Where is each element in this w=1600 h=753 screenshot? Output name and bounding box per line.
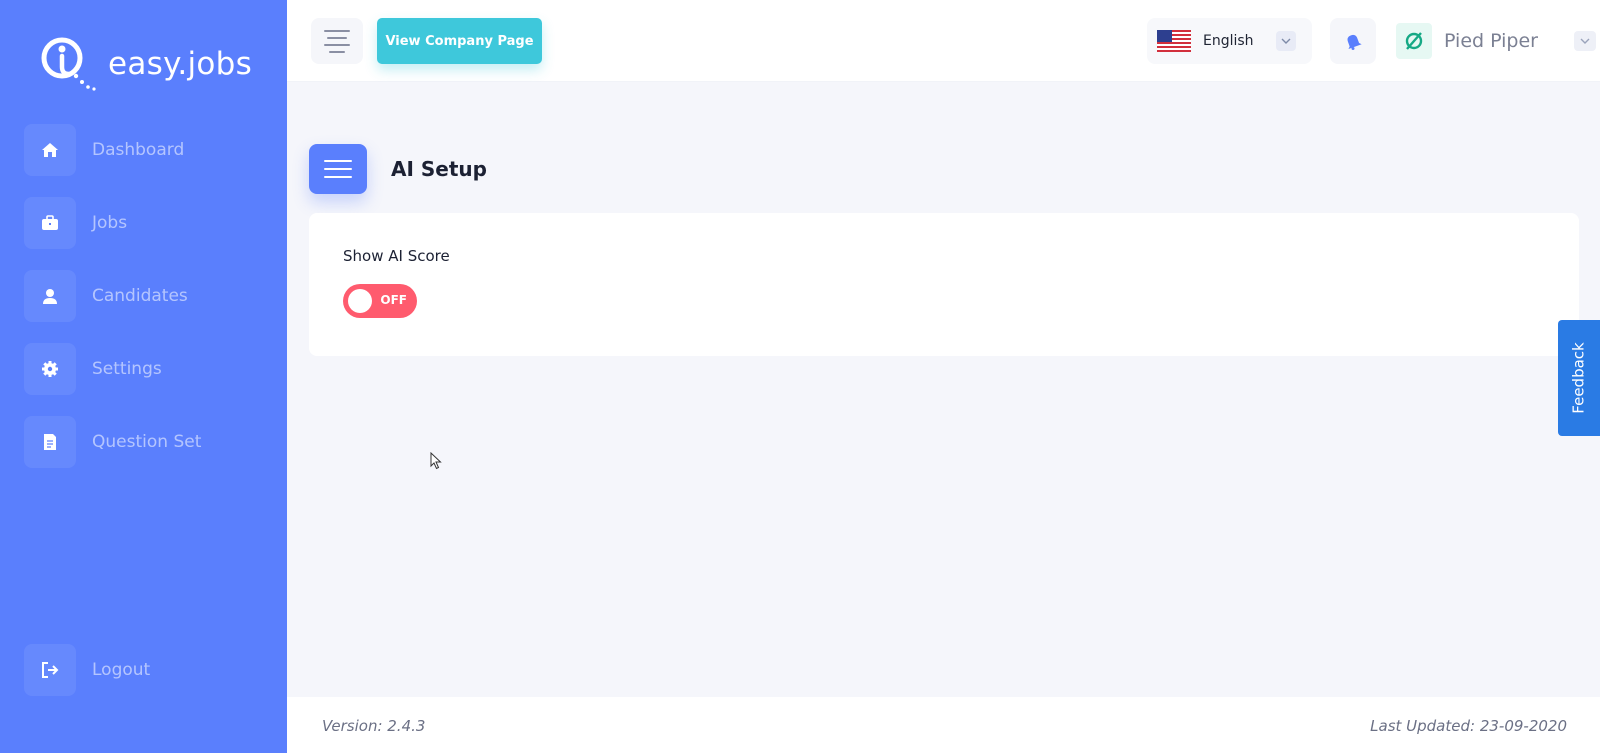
company-switcher[interactable]: Pied Piper <box>1396 18 1596 64</box>
hamburger-line <box>329 50 345 53</box>
sidebar-item-label: Candidates <box>92 286 188 306</box>
sidebar-item-question-set[interactable]: Question Set <box>24 416 201 468</box>
sidebar-item-label: Jobs <box>92 213 128 233</box>
show-ai-score-toggle[interactable]: OFF <box>343 284 417 318</box>
language-label: English <box>1203 33 1254 49</box>
footer: Version: 2.4.3 Last Updated: 23-09-2020 <box>287 697 1600 753</box>
last-updated-text: Last Updated: 23-09-2020 <box>1370 717 1567 735</box>
sidebar-item-label: Logout <box>92 660 151 680</box>
view-company-page-button[interactable]: View Company Page <box>377 18 542 64</box>
sidebar-item-label: Dashboard <box>92 140 185 160</box>
easy-jobs-logo-icon <box>38 34 100 94</box>
main-content: AI Setup Show AI Score OFF <box>287 82 1600 697</box>
sidebar: easy.jobs Dashboard Jobs Candidates Sett… <box>0 0 287 753</box>
sidebar-item-jobs[interactable]: Jobs <box>24 197 127 249</box>
gear-icon <box>24 343 76 395</box>
show-ai-score-label: Show AI Score <box>343 247 450 265</box>
top-header: View Company Page English Pied Piper <box>287 0 1600 82</box>
feedback-tab[interactable]: Feedback <box>1558 320 1600 436</box>
menu-toggle-button[interactable] <box>311 18 363 64</box>
user-icon <box>24 270 76 322</box>
page-title: AI Setup <box>391 157 487 181</box>
sidebar-item-settings[interactable]: Settings <box>24 343 162 395</box>
logout-icon <box>24 644 76 696</box>
feedback-label: Feedback <box>1570 342 1588 414</box>
mouse-cursor-icon <box>430 451 442 470</box>
briefcase-icon <box>24 197 76 249</box>
chevron-down-icon <box>1276 31 1296 51</box>
brand-logo[interactable]: easy.jobs <box>38 34 252 94</box>
hamburger-line <box>324 43 350 46</box>
hamburger-line <box>327 36 347 39</box>
toggle-state-label: OFF <box>380 293 407 307</box>
page-menu-icon <box>309 144 367 194</box>
version-text: Version: 2.4.3 <box>322 717 426 735</box>
home-icon <box>24 124 76 176</box>
chevron-down-icon <box>1574 31 1596 51</box>
ai-setup-card: Show AI Score OFF <box>309 213 1579 356</box>
sidebar-item-candidates[interactable]: Candidates <box>24 270 188 322</box>
document-icon <box>24 416 76 468</box>
notification-button[interactable] <box>1330 18 1376 64</box>
company-name: Pied Piper <box>1444 30 1538 52</box>
sidebar-item-label: Question Set <box>92 432 202 452</box>
hamburger-line <box>324 29 350 32</box>
bell-icon <box>1347 34 1362 50</box>
language-select[interactable]: English <box>1147 18 1312 64</box>
toggle-knob <box>348 289 372 313</box>
sidebar-item-label: Settings <box>92 359 162 379</box>
us-flag-icon <box>1157 30 1191 52</box>
page-header: AI Setup <box>309 144 487 194</box>
sidebar-item-dashboard[interactable]: Dashboard <box>24 124 184 176</box>
brand-name: easy.jobs <box>108 46 253 82</box>
sidebar-item-logout[interactable]: Logout <box>24 644 150 696</box>
company-logo-icon <box>1396 23 1432 59</box>
